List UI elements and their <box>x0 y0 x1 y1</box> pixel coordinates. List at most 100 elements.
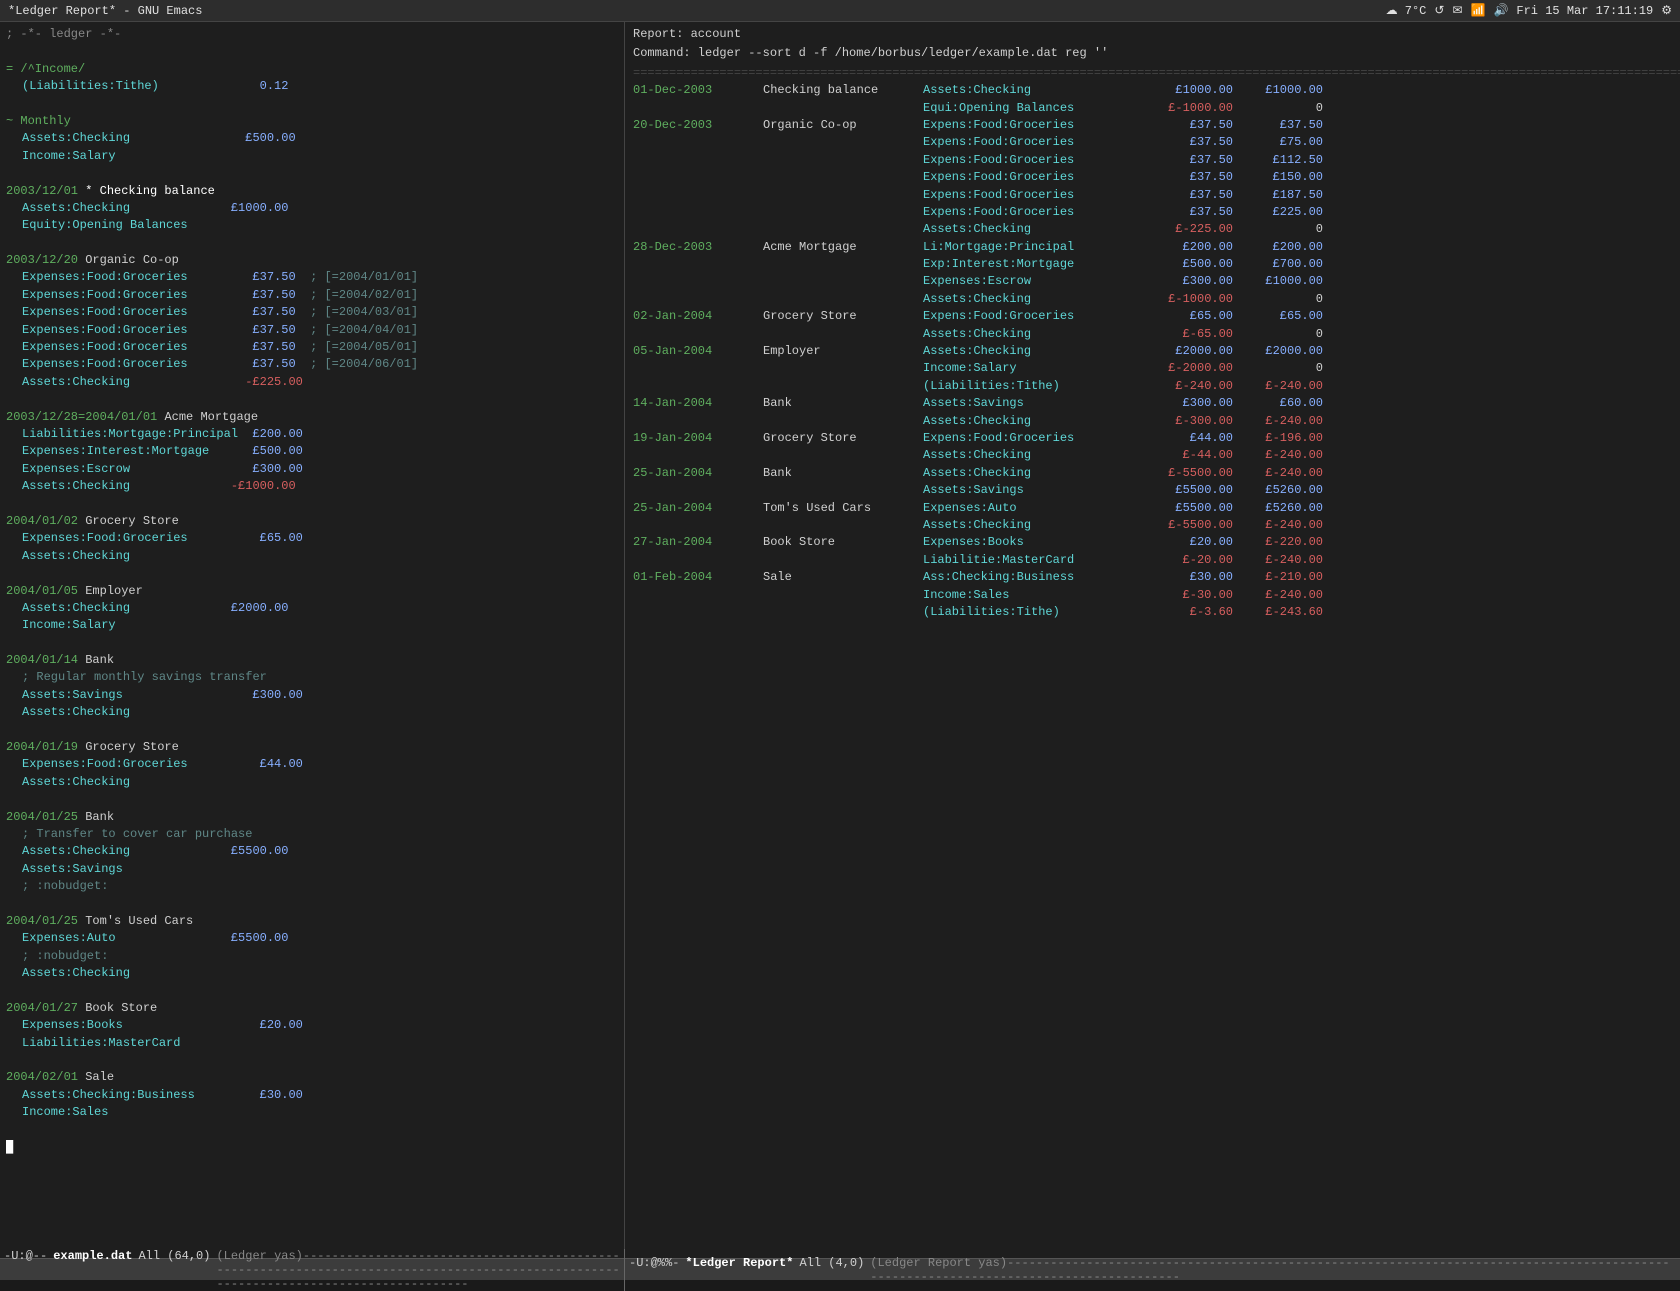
network-icon: 📶 <box>1471 3 1486 18</box>
blank1 <box>6 43 618 60</box>
audio-icon[interactable]: 🔊 <box>1493 3 1508 18</box>
entry-acme: 2003/12/28=2004/01/01 Acme Mortgage <box>6 409 618 426</box>
assets-checking-g1: Assets:Checking <box>6 548 618 565</box>
blank10 <box>6 791 618 808</box>
report-row-2e: Expens:Food:Groceries £37.50 £187.50 <box>633 187 1672 204</box>
report-label: Report: account <box>633 26 1672 43</box>
exp-escrow: Expenses:Escrow £300.00 <box>6 461 618 478</box>
income-salary-emp: Income:Salary <box>6 617 618 634</box>
report-row-2d: Expens:Food:Groceries £37.50 £150.00 <box>633 169 1672 186</box>
report-row-3b: Exp:Interest:Mortgage £500.00 £700.00 <box>633 256 1672 273</box>
report-row-4b: Assets:Checking £-65.00 0 <box>633 326 1672 343</box>
entry-bank0114: 2004/01/14 Bank <box>6 652 618 669</box>
report-row-7: 19-Jan-2004 Grocery Store Expens:Food:Gr… <box>633 430 1672 447</box>
title-bar-right: ☁ 7°C ↺ ✉ 📶 🔊 Fri 15 Mar 17:11:19 ⚙ <box>1386 3 1672 18</box>
exp-food-grocery1: Expenses:Food:Groceries £65.00 <box>6 530 618 547</box>
exp-books: Expenses:Books £20.00 <box>6 1017 618 1034</box>
assets-checking-1: Assets:Checking £1000.00 <box>6 200 618 217</box>
status-fill-right: (Ledger Report yas)---------------------… <box>870 1256 1676 1284</box>
report-row-2f: Expens:Food:Groceries £37.50 £225.00 <box>633 204 1672 221</box>
cursor-line: █ <box>6 1139 618 1156</box>
entry-grocery-0402: 2004/01/02 Grocery Store <box>6 513 618 530</box>
mail-icon[interactable]: ✉ <box>1452 3 1462 18</box>
assets-savings-car: Assets:Savings <box>6 861 618 878</box>
status-bar-right: -U:@%%- *Ledger Report* All (4,0) (Ledge… <box>625 1256 1680 1284</box>
entry-20031220: 2003/12/20 Organic Co-op <box>6 252 618 269</box>
blank5 <box>6 391 618 408</box>
exp-food-2: Expenses:Food:Groceries £37.50 ; [=2004/… <box>6 287 618 304</box>
blank13 <box>6 1052 618 1069</box>
report-command: Command: ledger --sort d -f /home/borbus… <box>633 45 1672 62</box>
assets-checking-biz: Assets:Checking:Business £30.00 <box>6 1087 618 1104</box>
entry-bank0125: 2004/01/25 Bank <box>6 809 618 826</box>
status-mode-left: -U:@-- <box>4 1249 47 1291</box>
report-row-9: 25-Jan-2004 Tom's Used Cars Expenses:Aut… <box>633 500 1672 517</box>
report-row-8b: Assets:Savings £5500.00 £5260.00 <box>633 482 1672 499</box>
blank7 <box>6 565 618 582</box>
report-row-2b: Expens:Food:Groceries £37.50 £75.00 <box>633 134 1672 151</box>
bank-comment: ; Regular monthly savings transfer <box>6 669 618 686</box>
liab-mortgage: Liabilities:Mortgage:Principal £200.00 <box>6 426 618 443</box>
entry-used-cars: 2004/01/25 Tom's Used Cars <box>6 913 618 930</box>
blank12 <box>6 982 618 999</box>
report-row-2g: Assets:Checking £-225.00 0 <box>633 221 1672 238</box>
income-section: = /^Income/ <box>6 61 618 78</box>
report-row-1b: Equi:Opening Balances £-1000.00 0 <box>633 100 1672 117</box>
exp-food-5: Expenses:Food:Groceries £37.50 ; [=2004/… <box>6 339 618 356</box>
exp-food-grocery2: Expenses:Food:Groceries £44.00 <box>6 756 618 773</box>
blank2 <box>6 96 618 113</box>
blank11 <box>6 896 618 913</box>
report-row-10b: Liabilitie:MasterCard £-20.00 £-240.00 <box>633 552 1672 569</box>
blank14 <box>6 1122 618 1139</box>
blank8 <box>6 635 618 652</box>
car-comment: ; Transfer to cover car purchase <box>6 826 618 843</box>
entry-employer: 2004/01/05 Employer <box>6 583 618 600</box>
blank6 <box>6 496 618 513</box>
monthly-tilde: ~ Monthly <box>6 113 618 130</box>
main-area: ; -*- ledger -*- = /^Income/ (Liabilitie… <box>0 22 1680 1258</box>
right-pane[interactable]: Report: account Command: ledger --sort d… <box>625 22 1680 1258</box>
report-divider: ========================================… <box>633 65 1672 82</box>
settings-icon[interactable]: ⚙ <box>1661 3 1672 18</box>
report-row-5c: (Liabilities:Tithe) £-240.00 £-240.00 <box>633 378 1672 395</box>
assets-checking-car: Assets:Checking £5500.00 <box>6 843 618 860</box>
entry-20031201: 2003/12/01 * Checking balance <box>6 183 618 200</box>
report-row-3d: Assets:Checking £-1000.00 0 <box>633 291 1672 308</box>
report-row-2: 20-Dec-2003 Organic Co-op Expens:Food:Gr… <box>633 117 1672 134</box>
entry-sale: 2004/02/01 Sale <box>6 1069 618 1086</box>
blank3 <box>6 165 618 182</box>
entry-bookstore: 2004/01/27 Book Store <box>6 1000 618 1017</box>
report-row-5b: Income:Salary £-2000.00 0 <box>633 360 1672 377</box>
status-filename-right: *Ledger Report* <box>685 1256 793 1284</box>
exp-food-1: Expenses:Food:Groceries £37.50 ; [=2004/… <box>6 269 618 286</box>
report-row-11: 01-Feb-2004 Sale Ass:Checking:Business £… <box>633 569 1672 586</box>
status-position-left: All (64,0) <box>138 1249 210 1291</box>
status-position-right: All (4,0) <box>799 1256 864 1284</box>
entry-grocery0119: 2004/01/19 Grocery Store <box>6 739 618 756</box>
refresh-icon[interactable]: ↺ <box>1434 3 1444 18</box>
assets-checking-monthly: Assets:Checking £500.00 <box>6 130 618 147</box>
report-row-3: 28-Dec-2003 Acme Mortgage Li:Mortgage:Pr… <box>633 239 1672 256</box>
exp-food-3: Expenses:Food:Groceries £37.50 ; [=2004/… <box>6 304 618 321</box>
assets-checking-bank: Assets:Checking <box>6 704 618 721</box>
header-comment: ; -*- ledger -*- <box>6 26 618 43</box>
left-pane[interactable]: ; -*- ledger -*- = /^Income/ (Liabilitie… <box>0 22 625 1258</box>
report-row-11b: Income:Sales £-30.00 £-240.00 <box>633 587 1672 604</box>
report-row-1: 01-Dec-2003 Checking balance Assets:Chec… <box>633 82 1672 99</box>
blank9 <box>6 722 618 739</box>
report-row-10: 27-Jan-2004 Book Store Expenses:Books £2… <box>633 534 1672 551</box>
report-row-3c: Expenses:Escrow £300.00 £1000.00 <box>633 273 1672 290</box>
liab-mastercard: Liabilities:MasterCard <box>6 1035 618 1052</box>
nobudget1: ; :nobudget: <box>6 878 618 895</box>
blank4 <box>6 235 618 252</box>
status-mode-right: -U:@%%- <box>629 1256 679 1284</box>
status-bar-left: -U:@-- example.dat All (64,0) (Ledger ya… <box>0 1249 625 1291</box>
report-row-2c: Expens:Food:Groceries £37.50 £112.50 <box>633 152 1672 169</box>
status-bar: -U:@-- example.dat All (64,0) (Ledger ya… <box>0 1258 1680 1280</box>
report-row-6: 14-Jan-2004 Bank Assets:Savings £300.00 … <box>633 395 1672 412</box>
window-title: *Ledger Report* - GNU Emacs <box>8 4 202 18</box>
income-salary-monthly: Income:Salary <box>6 148 618 165</box>
report-row-5: 05-Jan-2004 Employer Assets:Checking £20… <box>633 343 1672 360</box>
status-filename-left: example.dat <box>53 1249 132 1291</box>
status-fill-left: (Ledger yas)----------------------------… <box>216 1249 620 1291</box>
